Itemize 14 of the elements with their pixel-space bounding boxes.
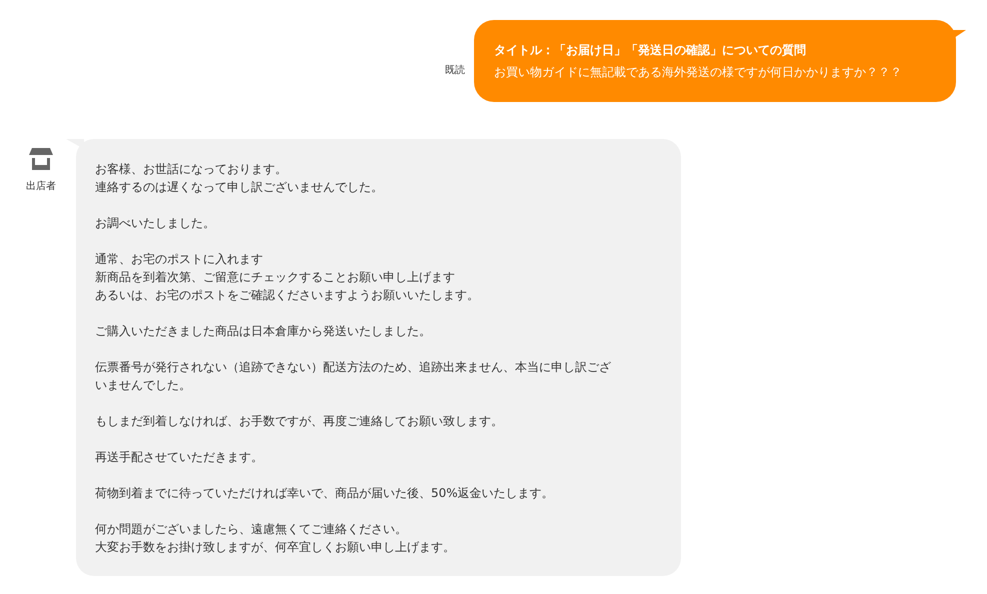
message-paragraph: ご購入いただきました商品は日本倉庫から発送いたしました。: [95, 323, 432, 340]
sender-label: 出店者: [26, 180, 56, 193]
message-paragraph: 通常、お宅のポストに入れます 新商品を到着次第、ご留意にチェックすることお願い申し上げます あるいは、お宅のポストをご確認くださいますようお願いいたします。: [95, 251, 480, 304]
message-text: お買い物ガイドに無記載である海外発送の様ですが何日かかりますか？？？: [494, 64, 903, 81]
message-paragraph: 何か問題がございましたら、遠慮無くてご連絡ください。 大変お手数をお掛け致しますが、何卒宜しくお願い申し上げます。: [95, 521, 456, 556]
message-title: タイトル：「お届け日」「発送日の確認」についての質問: [494, 42, 807, 59]
message-paragraph: お調べいたしました。: [95, 215, 216, 232]
message-paragraph: 荷物到着までに待っていただければ幸いで、商品が届いた後、50%返金いたします。: [95, 485, 555, 502]
message-paragraph: もしまだ到着しなければ、お手数ですが、再度ご連絡してお願い致します。: [95, 413, 504, 430]
message-paragraph: お客様、お世話になっております。 連絡するのは遅くなって申し訳ございませんでした。: [95, 161, 384, 196]
message-paragraph: 伝票番号が発行されない（追跡できない）配送方法のため、追跡出来ません、本当に申し訳ござ いませんでした。: [95, 359, 612, 394]
read-status: 既読: [445, 64, 465, 77]
shop-icon: [29, 148, 53, 170]
message-paragraph: 再送手配させていただきます。: [95, 449, 264, 466]
